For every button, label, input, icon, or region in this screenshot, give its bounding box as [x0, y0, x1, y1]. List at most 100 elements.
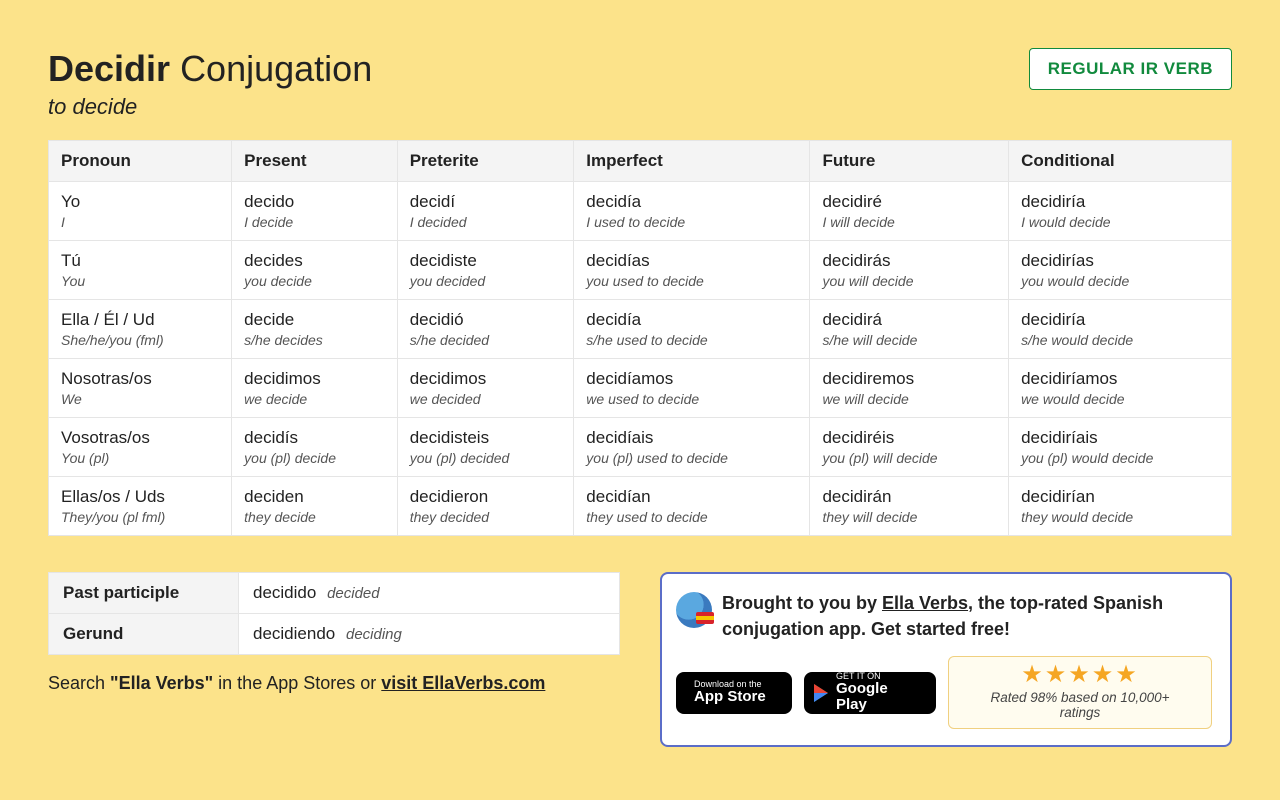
future-gloss: I will decide: [822, 214, 996, 230]
gerund-label: Gerund: [49, 614, 239, 655]
future-form: decidirás: [822, 251, 890, 270]
preterite-form: decidieron: [410, 487, 488, 506]
imperfect-form: decidía: [586, 192, 641, 211]
present-gloss: s/he decides: [244, 332, 385, 348]
verb-type-badge: REGULAR IR VERB: [1029, 48, 1232, 90]
past-participle-gloss: decided: [327, 585, 380, 602]
stars-icon: ★★★★★: [969, 663, 1191, 687]
google-play-badge[interactable]: GET IT ON Google Play: [804, 672, 936, 714]
page-title: Decidir Conjugation: [48, 48, 372, 90]
search-hint: Search "Ella Verbs" in the App Stores or…: [48, 673, 620, 694]
present-form: decide: [244, 310, 294, 329]
present-gloss: you (pl) decide: [244, 450, 385, 466]
conditional-gloss: s/he would decide: [1021, 332, 1219, 348]
present-form: decido: [244, 192, 294, 211]
past-participle: decidido: [253, 583, 316, 602]
present-form: decidimos: [244, 369, 321, 388]
pronoun-gloss: She/he/you (fml): [61, 332, 219, 348]
future-gloss: we will decide: [822, 391, 996, 407]
table-row: Yo Idecido I decide decidí I decided decidía I…: [49, 182, 1232, 241]
preterite-form: decidiste: [410, 251, 477, 270]
future-gloss: s/he will decide: [822, 332, 996, 348]
imperfect-gloss: I used to decide: [586, 214, 797, 230]
pronoun: Tú: [61, 251, 81, 270]
present-form: deciden: [244, 487, 304, 506]
column-header: Present: [232, 141, 398, 182]
future-gloss: they will decide: [822, 509, 996, 525]
promo-text: Brought to you by Ella Verbs, the top-ra…: [722, 590, 1212, 642]
preterite-form: decidisteis: [410, 428, 489, 447]
preterite-gloss: I decided: [410, 214, 562, 230]
extra-forms-table: Past participle decidido decided Gerund …: [48, 572, 620, 655]
pronoun-gloss: I: [61, 214, 219, 230]
pronoun: Yo: [61, 192, 80, 211]
pronoun-gloss: They/you (pl fml): [61, 509, 219, 525]
present-gloss: we decide: [244, 391, 385, 407]
past-participle-label: Past participle: [49, 573, 239, 614]
table-row: Ellas/os / Uds They/you (pl fml) deciden th…: [49, 477, 1232, 536]
verb-translation: to decide: [48, 94, 372, 120]
table-row: Nosotras/osWedecidimoswe decidedecidimos…: [49, 359, 1232, 418]
future-form: decidiréis: [822, 428, 894, 447]
conditional-form: decidirían: [1021, 487, 1095, 506]
promo-link[interactable]: Ella Verbs: [882, 593, 968, 613]
table-row: Ella / Él / Ud She/he/you (fml) decide s/he…: [49, 300, 1232, 359]
imperfect-gloss: we used to decide: [586, 391, 797, 407]
rating-text: Rated 98% based on 10,000+ ratings: [969, 690, 1191, 720]
future-form: decidirán: [822, 487, 891, 506]
imperfect-form: decidíais: [586, 428, 653, 447]
column-header: Conditional: [1009, 141, 1232, 182]
google-play-icon: [814, 684, 828, 702]
pronoun: Nosotras/os: [61, 369, 152, 388]
table-row: Tú You decides you decide decidiste you decid…: [49, 241, 1232, 300]
gerund-gloss: deciding: [346, 626, 402, 643]
conditional-gloss: they would decide: [1021, 509, 1219, 525]
app-store-badge[interactable]: Download on the App Store: [676, 672, 792, 714]
preterite-gloss: you decided: [410, 273, 562, 289]
preterite-form: decidí: [410, 192, 455, 211]
conditional-form: decidiría: [1021, 310, 1085, 329]
preterite-gloss: we decided: [410, 391, 562, 407]
present-form: decidís: [244, 428, 298, 447]
preterite-form: decidimos: [410, 369, 487, 388]
pronoun: Vosotras/os: [61, 428, 150, 447]
column-header: Imperfect: [574, 141, 810, 182]
imperfect-gloss: you (pl) used to decide: [586, 450, 797, 466]
imperfect-gloss: they used to decide: [586, 509, 797, 525]
conditional-form: decidiríamos: [1021, 369, 1117, 388]
imperfect-form: decidía: [586, 310, 641, 329]
column-header: Pronoun: [49, 141, 232, 182]
conditional-form: decidiríais: [1021, 428, 1098, 447]
present-form: decides: [244, 251, 303, 270]
column-header: Preterite: [397, 141, 574, 182]
present-gloss: you decide: [244, 273, 385, 289]
conditional-form: decidirías: [1021, 251, 1094, 270]
imperfect-form: decidíamos: [586, 369, 673, 388]
app-icon: [676, 592, 712, 628]
future-form: decidirá: [822, 310, 882, 329]
preterite-gloss: s/he decided: [410, 332, 562, 348]
visit-link[interactable]: visit EllaVerbs.com: [381, 673, 545, 693]
preterite-form: decidió: [410, 310, 464, 329]
pronoun-gloss: You: [61, 273, 219, 289]
promo-box: Brought to you by Ella Verbs, the top-ra…: [660, 572, 1232, 747]
pronoun: Ella / Él / Ud: [61, 310, 155, 329]
column-header: Future: [810, 141, 1009, 182]
imperfect-form: decidías: [586, 251, 649, 270]
conditional-form: decidiría: [1021, 192, 1085, 211]
future-form: decidiré: [822, 192, 882, 211]
verb-name: Decidir: [48, 48, 170, 89]
pronoun-gloss: You (pl): [61, 450, 219, 466]
preterite-gloss: you (pl) decided: [410, 450, 562, 466]
imperfect-gloss: s/he used to decide: [586, 332, 797, 348]
conditional-gloss: we would decide: [1021, 391, 1219, 407]
preterite-gloss: they decided: [410, 509, 562, 525]
gerund: decidiendo: [253, 624, 335, 643]
conjugation-table: PronounPresentPreteriteImperfectFutureCo…: [48, 140, 1232, 536]
present-gloss: they decide: [244, 509, 385, 525]
conditional-gloss: I would decide: [1021, 214, 1219, 230]
pronoun: Ellas/os / Uds: [61, 487, 165, 506]
imperfect-gloss: you used to decide: [586, 273, 797, 289]
conditional-gloss: you would decide: [1021, 273, 1219, 289]
present-gloss: I decide: [244, 214, 385, 230]
